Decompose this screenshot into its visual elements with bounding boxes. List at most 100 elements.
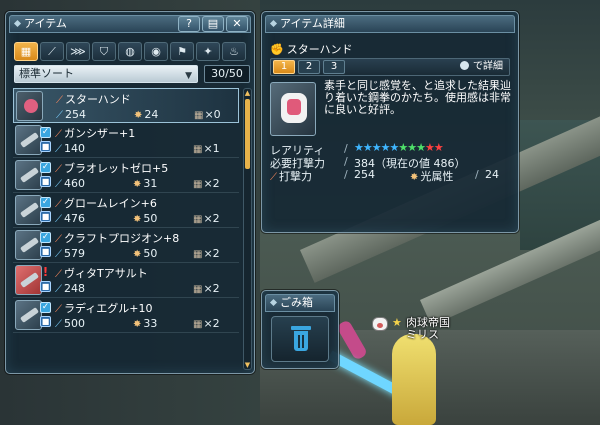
player-character[interactable] — [392, 334, 436, 425]
trash-drop-button[interactable] — [271, 316, 329, 362]
attack-icon: ⟋ — [55, 249, 62, 260]
separator: / — [475, 168, 479, 181]
gun-icon — [19, 167, 40, 183]
rarity-stars: ★★★★★★★★★★ — [354, 141, 444, 154]
bag-icon[interactable]: ♨ — [222, 42, 246, 61]
disc-icon[interactable]: ◉ — [144, 42, 168, 61]
attack-label-text: 打撃力 — [279, 170, 312, 183]
item-element: ✸ 50 — [133, 212, 157, 225]
gun-icon — [19, 307, 40, 323]
settings-button[interactable]: ▤ — [202, 16, 224, 32]
item-quantity-value: ×2 — [203, 212, 220, 225]
item-list: ⟋ スターハンド ⟋ 254 ✸ 24 ▦×0 ✓ ■ ⟋ ガンシザー+1 ⟋ 140 ▦×1 ✓ ■ ⟋ ブラオ… — [13, 88, 239, 368]
item-window-title[interactable]: アイテム ? ▤ ✕ — [9, 15, 251, 33]
trash-title[interactable]: ごみ箱 — [265, 294, 335, 312]
chevron-down-icon: ▼ — [185, 71, 192, 81]
rarity-star-blue: ★ — [362, 141, 373, 154]
item-quantity-value: ×2 — [203, 247, 220, 260]
item-row[interactable]: ✓ ■ ⟋ クラフトプロジオン+8 ⟋ 579 ✸ 50 ▦×2 — [13, 228, 239, 263]
separator: / — [344, 155, 348, 168]
cross-icon[interactable]: ✦ — [196, 42, 220, 61]
paw-emblem-icon — [372, 317, 388, 331]
item-element: ✸ 24 — [134, 108, 158, 121]
item-row[interactable]: ✓ ■ ⟋ ラディエグル+10 ⟋ 500 ✸ 33 ▦×2 — [13, 298, 239, 333]
quantity-icon: ▦ — [193, 214, 203, 225]
item-thumbnail — [15, 230, 42, 260]
sort-row: 標準ソート ▼ 30/50 — [14, 65, 250, 83]
claw-icon[interactable]: ⋙ — [66, 42, 90, 61]
check-icon: ✓ — [40, 127, 51, 138]
page-tab-3[interactable]: 3 — [323, 60, 345, 74]
element-label-text: 光属性 — [420, 170, 454, 183]
item-quantity-value: ×2 — [203, 282, 220, 295]
item-row[interactable]: ✓ ■ ⟋ ブラオレットゼロ+5 ⟋ 460 ✸ 31 ▦×2 — [13, 158, 239, 193]
flag-icon[interactable]: ⚑ — [170, 42, 194, 61]
sword-icon[interactable]: ⟋ — [40, 42, 64, 61]
item-name-text: クラフトプロジオン+8 — [64, 232, 180, 245]
rarity-row: レアリティ / ★★★★★★★★★★ — [270, 141, 514, 157]
item-thumbnail — [15, 195, 42, 225]
item-element: ✸ 33 — [133, 317, 157, 330]
item-name: ⟋ クラフトプロジオン+8 — [55, 230, 179, 246]
check-icon: ✓ — [40, 197, 51, 208]
item-list-scrollbar[interactable]: ▲ ▼ — [243, 88, 252, 370]
item-window: アイテム ? ▤ ✕ ▦ ⟋ ⋙ ⛉ ◍ ◉ ⚑ ✦ ♨ 標準ソート ▼ 30/50 ⟋ スターハ… — [5, 11, 255, 374]
page-tab-1[interactable]: 1 — [273, 60, 295, 74]
item-row[interactable]: ✓ ■ ⟋ ガンシザー+1 ⟋ 140 ▦×1 — [13, 123, 239, 158]
glove-accent — [287, 99, 301, 115]
rarity-star-blue: ★ — [371, 141, 382, 154]
item-element-value: 24 — [144, 108, 159, 121]
item-element-value: 31 — [143, 177, 158, 190]
element-label: ✸ 光属性 — [410, 168, 453, 184]
item-window-title-text: アイテム — [24, 17, 67, 30]
item-attack: ⟋ 140 — [55, 142, 85, 155]
item-detail-title[interactable]: アイテム詳細 — [265, 15, 515, 33]
item-quantity-value: ×1 — [203, 142, 220, 155]
item-name: ⟋ ブラオレットゼロ+5 — [55, 160, 168, 176]
scroll-down-icon[interactable]: ▼ — [244, 361, 251, 369]
item-name: ⟋ ヴィタTアサルト — [55, 265, 148, 281]
help-button[interactable]: ? — [178, 16, 200, 32]
item-name-text: ラディエグル+10 — [64, 302, 153, 315]
item-attack-value: 460 — [64, 177, 85, 190]
capsule-icon[interactable]: ◍ — [118, 42, 142, 61]
detail-link[interactable]: で詳細 — [460, 60, 503, 74]
scrollbar-thumb[interactable] — [245, 99, 250, 169]
item-row[interactable]: ⟋ スターハンド ⟋ 254 ✸ 24 ▦×0 — [13, 88, 239, 123]
quantity-icon: ▦ — [194, 110, 204, 121]
grid-icon[interactable]: ▦ — [14, 42, 38, 61]
item-attack: ⟋ 500 — [55, 317, 85, 330]
item-thumbnail — [15, 265, 42, 295]
weapon-type-icon: ⟋ — [56, 95, 63, 106]
rarity-star-green: ★ — [407, 141, 417, 154]
item-attack: ⟋ 460 — [55, 177, 85, 190]
item-row[interactable]: ✓ ■ ⟋ グロームレイン+6 ⟋ 476 ✸ 50 ▦×2 — [13, 193, 239, 228]
rarity-star-green: ★ — [398, 141, 408, 154]
rifle-icon — [19, 272, 40, 288]
shirt-icon[interactable]: ⛉ — [92, 42, 116, 61]
glove-icon — [24, 99, 38, 113]
item-detail-title-text: アイテム詳細 — [280, 17, 345, 30]
separator: / — [344, 142, 348, 155]
page-tab-2[interactable]: 2 — [298, 60, 320, 74]
item-row[interactable]: ! ■ ⟋ ヴィタTアサルト ⟋ 248 ▦×2 — [13, 263, 239, 298]
attack-label: ⟋ 打撃力 — [270, 168, 312, 184]
element-icon: ✸ — [134, 110, 143, 121]
attack-icon: ⟋ — [55, 319, 62, 330]
player-name: ミリス — [406, 328, 439, 341]
check-icon: ✓ — [40, 302, 51, 313]
requirement-row: 必要打撃力 / 384（現在の値 486） — [270, 155, 514, 170]
sort-dropdown[interactable]: 標準ソート ▼ — [14, 65, 198, 83]
close-button[interactable]: ✕ — [226, 16, 248, 32]
scroll-up-icon[interactable]: ▲ — [244, 89, 251, 97]
item-name: ⟋ ガンシザー+1 — [55, 125, 135, 141]
attack-value: 254 — [354, 168, 375, 181]
rarity-star-red: ★ — [425, 141, 435, 154]
detail-item-name: ✊ スターハンド — [270, 41, 352, 57]
detail-item-thumbnail — [270, 82, 316, 136]
weapon-type-icon: ⟋ — [55, 199, 62, 210]
attack-icon: ⟋ — [270, 172, 277, 183]
gun-icon — [19, 202, 40, 218]
element-icon: ✸ — [133, 179, 142, 190]
gun-icon — [19, 132, 40, 148]
